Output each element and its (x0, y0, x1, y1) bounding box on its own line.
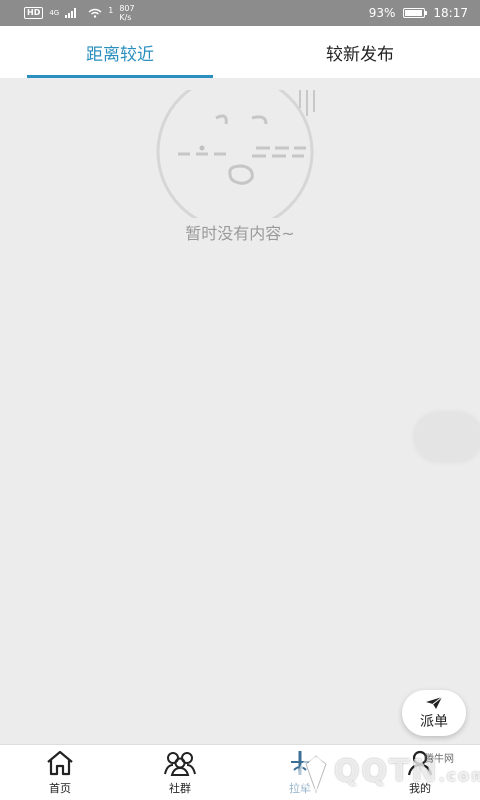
wifi-sub: 1 (108, 5, 114, 15)
nav-orders-label: 拉单 (289, 781, 311, 795)
network-type: 4G (49, 9, 60, 17)
group-icon (164, 751, 196, 776)
nav-community[interactable]: 社群 (120, 745, 240, 800)
home-icon (47, 750, 73, 775)
tab-newest[interactable]: 较新发布 (240, 26, 480, 78)
active-tab-indicator (27, 75, 213, 78)
dispatch-label: 派单 (420, 713, 448, 730)
nav-community-label: 社群 (169, 781, 191, 795)
hd-badge: HD (24, 7, 44, 19)
battery-icon (403, 8, 428, 18)
tab-nearby-label: 距离较近 (86, 44, 154, 65)
tab-newest-label: 较新发布 (326, 44, 394, 65)
nav-home[interactable]: 首页 (0, 745, 120, 800)
battery-fill (405, 10, 423, 16)
dispatch-button[interactable]: 派单 (402, 690, 466, 736)
nav-orders[interactable]: 拉单 (240, 745, 360, 800)
speed-value: 807 (119, 4, 135, 13)
battery-percent: 93% (368, 6, 396, 20)
status-right: 93% 18:17 (369, 6, 468, 20)
status-bar: HD 4G 1 807 K/s 93% 18:17 (0, 0, 480, 26)
nav-profile[interactable]: 我的 (360, 745, 480, 800)
wifi-icon (88, 8, 102, 18)
network-speed: 807 K/s (119, 4, 134, 22)
bottom-nav: 首页 社群 拉单 我的 (0, 744, 480, 800)
tab-bar: 距离较近 较新发布 (0, 26, 480, 78)
signal-icon (65, 8, 77, 18)
profile-icon (407, 750, 433, 775)
paper-plane-icon (426, 696, 443, 709)
empty-message: 暂时没有内容~ (185, 224, 295, 243)
status-left: HD 4G 1 807 K/s (24, 4, 135, 22)
nav-profile-label: 我的 (409, 781, 431, 795)
tab-nearby[interactable]: 距离较近 (0, 26, 240, 78)
clock: 18:17 (433, 6, 468, 20)
floating-side-bubble[interactable] (414, 412, 480, 462)
speed-unit: K/s (119, 13, 132, 22)
order-icon (291, 750, 309, 775)
sleepy-face-icon (156, 90, 315, 218)
nav-home-label: 首页 (49, 781, 71, 795)
